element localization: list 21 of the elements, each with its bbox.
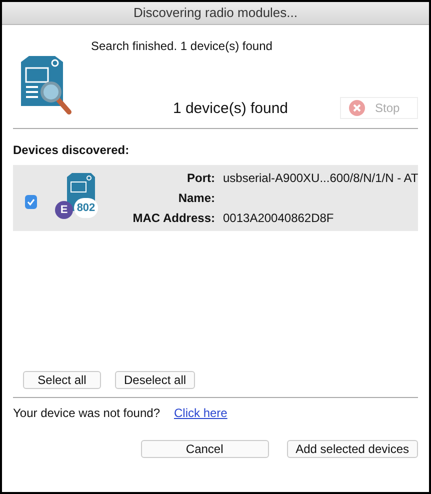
- status-message: Search finished. 1 device(s) found: [91, 39, 274, 53]
- field-value: 0013A20040862D8F: [223, 211, 335, 225]
- field-label: Port:: [186, 171, 215, 185]
- add-devices-button[interactable]: Add selected devices: [286, 440, 418, 458]
- field-value: usbserial-A900XU...600/8/N/1/N - AT: [223, 171, 418, 185]
- found-count: 1 device(s) found: [172, 100, 290, 116]
- select-button[interactable]: Select all: [23, 371, 101, 389]
- window-title: Discovering radio modules...: [2, 2, 429, 25]
- devices-heading: Devices discovered:: [13, 143, 130, 157]
- checkmark-icon: [26, 197, 36, 207]
- not-found-text: Your device was not found?: [13, 406, 160, 420]
- select-button[interactable]: Deselect all: [115, 371, 196, 389]
- device-checkbox[interactable]: [25, 195, 37, 209]
- number-badge: 802: [74, 198, 98, 218]
- cancel-button[interactable]: Cancel: [140, 440, 269, 458]
- close-icon: [349, 100, 365, 116]
- device-row[interactable]: E 802 Port: usbserial-A900XU...600/8/N/1/N - AT Name: MAC Address: 0013A20040862D8F: [13, 165, 418, 231]
- field-label: Name:: [177, 191, 215, 205]
- letter-badge: E: [55, 201, 73, 219]
- field-label: MAC Address:: [132, 211, 215, 225]
- click-here-link[interactable]: Click here: [174, 406, 228, 420]
